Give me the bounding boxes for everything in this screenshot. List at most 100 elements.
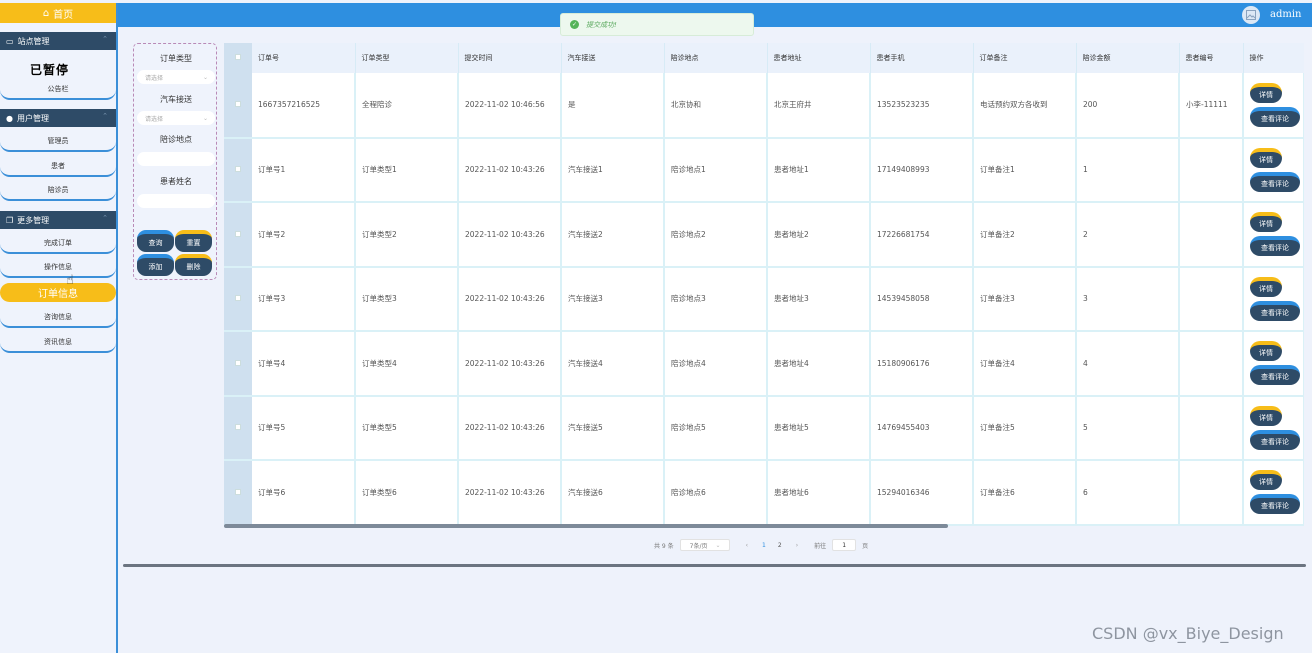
row-actions: 详情 查看评论 (1243, 266, 1304, 332)
row-checkbox[interactable] (224, 73, 252, 139)
sidebar-item-label: 完成订单 (44, 239, 72, 247)
sidebar-item-label: 咨询信息 (44, 313, 72, 321)
row-actions: 详情 查看评论 (1243, 202, 1304, 268)
row-checkbox[interactable] (224, 395, 252, 461)
query-button[interactable]: 查询 (137, 230, 174, 252)
row-checkbox[interactable] (224, 460, 252, 526)
column-header[interactable]: 提交时间 (458, 43, 562, 73)
row-checkbox[interactable] (224, 202, 252, 268)
detail-button[interactable]: 详情 (1250, 405, 1282, 426)
goto-suffix: 页 (862, 542, 869, 550)
table-cell: 小李-11111 (1179, 73, 1244, 139)
goto-page-input[interactable]: 1 (832, 539, 857, 551)
reset-button[interactable]: 重置 (175, 230, 212, 252)
username[interactable]: admin (1270, 9, 1301, 20)
home-icon: ⌂ (42, 7, 50, 19)
car-pickup-select[interactable]: 请选择 ⌄ (137, 111, 215, 125)
table-row[interactable]: 订单号5 订单类型5 2022-11-02 10:43:26 汽车接送5 陪诊地点5 患者… (224, 395, 1304, 461)
order-type-label: 订单类型 (160, 54, 192, 63)
column-header[interactable]: 汽车接送 (561, 43, 665, 73)
table-row[interactable]: 订单号6 订单类型6 2022-11-02 10:43:26 汽车接送6 陪诊地点6 患者… (224, 460, 1304, 526)
table-cell: 订单备注6 (973, 460, 1077, 526)
row-checkbox[interactable] (224, 266, 252, 332)
table-cell: 13523523235 (870, 73, 974, 139)
table-row[interactable]: 订单号1 订单类型1 2022-11-02 10:43:26 汽车接送1 陪诊地点1 患者… (224, 137, 1304, 203)
table-cell: 陪诊地点4 (664, 331, 768, 397)
add-button[interactable]: 添加 (137, 254, 174, 276)
table-cell: 3 (1076, 266, 1180, 332)
table-cell: 14769455403 (870, 395, 974, 461)
table-cell: 北京协和 (664, 73, 768, 139)
view-comments-button[interactable]: 查看评论 (1250, 300, 1300, 321)
order-type-select[interactable]: 请选择 ⌄ (137, 70, 215, 84)
delete-button[interactable]: 删除 (175, 254, 212, 276)
column-header[interactable]: 患者地址 (767, 43, 871, 73)
sidebar-item-admin[interactable]: 管理员 (0, 132, 116, 152)
detail-button[interactable]: 详情 (1250, 341, 1282, 362)
column-header[interactable]: 订单备注 (973, 43, 1077, 73)
sidebar-home[interactable]: ⌂ 首页 (0, 3, 116, 23)
check-icon: ✓ (570, 20, 579, 29)
view-comments-button[interactable]: 查看评论 (1250, 106, 1300, 127)
table-cell: 订单备注3 (973, 266, 1077, 332)
table-cell (1179, 460, 1244, 526)
success-toast: ✓ 提交成功! (560, 13, 754, 36)
sidebar-item-label: 管理员 (47, 137, 69, 145)
group-site-management[interactable]: ▭ 站点管理 ⌃ (0, 32, 116, 50)
detail-button[interactable]: 详情 (1250, 212, 1282, 233)
table-row[interactable]: 订单号3 订单类型3 2022-11-02 10:43:26 汽车接送3 陪诊地点3 患者… (224, 266, 1304, 332)
chevron-down-icon: ⌄ (202, 114, 208, 122)
view-comments-button[interactable]: 查看评论 (1250, 236, 1300, 257)
column-header[interactable]: 订单号 (252, 43, 356, 73)
view-comments-button[interactable]: 查看评论 (1250, 365, 1300, 386)
table-row[interactable]: 订单号4 订单类型4 2022-11-02 10:43:26 汽车接送4 陪诊地点4 患者… (224, 331, 1304, 397)
table-row[interactable]: 1667357216525 全程陪诊 2022-11-02 10:46:56 是北京协… (224, 73, 1304, 139)
sidebar-item-escort[interactable]: 陪诊员 (0, 181, 116, 201)
button-label: 重置 (186, 239, 201, 247)
next-page-icon[interactable]: › (796, 542, 798, 549)
group-user-management[interactable]: ● 用户管理 ⌃ (0, 109, 116, 127)
table-cell: 订单备注2 (973, 202, 1077, 268)
row-checkbox[interactable] (224, 331, 252, 397)
patient-name-input[interactable] (137, 194, 215, 208)
table-cell: 15180906176 (870, 331, 974, 397)
detail-button[interactable]: 详情 (1250, 82, 1282, 103)
sidebar-item-notice-board[interactable]: 公告栏 (0, 80, 116, 100)
column-header: 操作 (1243, 43, 1304, 73)
content-divider (123, 564, 1306, 567)
view-comments-button[interactable]: 查看评论 (1250, 429, 1300, 450)
sidebar-item-patient[interactable]: 患者 (0, 157, 116, 177)
table-cell: 15294016346 (870, 460, 974, 526)
sidebar-item-news-info[interactable]: 资讯信息 (0, 333, 116, 353)
page-size-select[interactable]: 7条/页 ⌄ (679, 539, 730, 551)
table-row[interactable]: 订单号2 订单类型2 2022-11-02 10:43:26 汽车接送2 陪诊地点2 患者… (224, 202, 1304, 268)
table-cell: 患者地址6 (767, 460, 871, 526)
app-root: admin ✓ 提交成功! ⌂ 首页 ▭ 站点管理 ⌃ 公告栏 ● 用户管理 ⌃… (0, 0, 1312, 653)
sidebar-item-order-info[interactable]: 订单信息 (0, 283, 116, 302)
sidebar-item-operation-info[interactable]: 操作信息 (0, 258, 116, 278)
view-comments-button[interactable]: 查看评论 (1250, 171, 1300, 192)
page-1[interactable]: 1 (762, 542, 766, 549)
row-checkbox[interactable] (224, 137, 252, 203)
sidebar-item-completed-orders[interactable]: 完成订单 (0, 234, 116, 254)
column-header[interactable]: 陪诊地点 (664, 43, 768, 73)
table-cell: 订单号1 (252, 137, 356, 203)
column-header[interactable]: 订单类型 (355, 43, 459, 73)
select-all-checkbox[interactable] (224, 43, 252, 73)
detail-button[interactable]: 详情 (1250, 276, 1282, 297)
escort-place-label: 陪诊地点 (160, 135, 192, 144)
table-cell: 4 (1076, 331, 1180, 397)
group-more-management[interactable]: ❐ 更多管理 ⌃ (0, 211, 116, 229)
column-header[interactable]: 患者手机 (870, 43, 974, 73)
prev-page-icon[interactable]: ‹ (746, 542, 748, 549)
avatar[interactable] (1242, 6, 1260, 24)
sidebar-item-consult-info[interactable]: 咨询信息 (0, 308, 116, 328)
view-comments-button[interactable]: 查看评论 (1250, 494, 1300, 515)
horizontal-scrollbar[interactable] (224, 524, 948, 528)
page-2[interactable]: 2 (778, 542, 782, 549)
column-header[interactable]: 患者编号 (1179, 43, 1244, 73)
column-header[interactable]: 陪诊金额 (1076, 43, 1180, 73)
detail-button[interactable]: 详情 (1250, 470, 1282, 491)
detail-button[interactable]: 详情 (1250, 147, 1282, 168)
escort-place-input[interactable] (137, 152, 215, 166)
